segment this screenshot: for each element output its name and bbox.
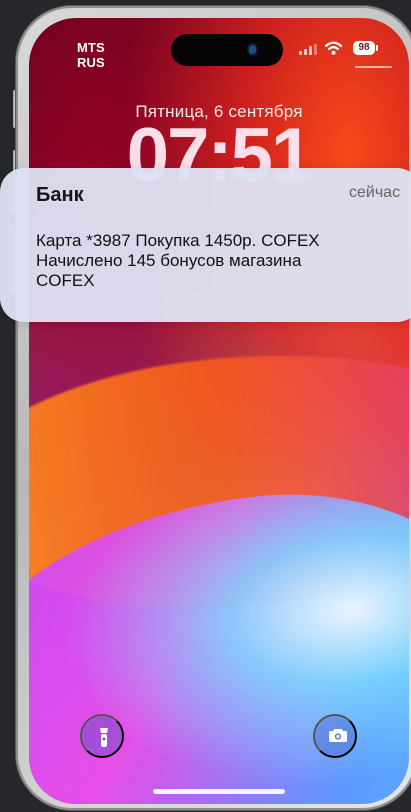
phone-screenshot: MTS RUS 98 Пятница, 6 сентября 07:51 Бан… [0, 0, 411, 812]
wifi-icon [324, 41, 343, 55]
battery-level-badge: 98 [353, 41, 378, 55]
cellular-signal-icon [299, 44, 317, 55]
notification-message: Карта *3987 Покупка 1450р. COFEX Начисле… [36, 231, 408, 291]
carrier-label: MTS RUS [77, 40, 105, 70]
notification-card[interactable]: Банк сейчас Карта *3987 Покупка 1450р. C… [0, 168, 411, 322]
lock-screen: MTS RUS 98 Пятница, 6 сентября 07:51 [29, 18, 409, 804]
dynamic-island [171, 34, 283, 66]
control-center-indicator [355, 66, 392, 68]
home-indicator[interactable] [153, 789, 285, 794]
notification-message-line: COFEX [36, 271, 95, 290]
camera-icon [329, 729, 347, 742]
lock-screen-controls [29, 714, 409, 762]
front-camera-indicator [249, 45, 256, 54]
flashlight-icon [100, 728, 108, 747]
notification-message-line: Карта *3987 Покупка 1450р. COFEX [36, 231, 320, 250]
flashlight-button[interactable] [80, 714, 124, 758]
notification-app-name: Банк [36, 184, 84, 206]
notification-time: сейчас [349, 184, 401, 201]
notification-message-line: Начислено 145 бонусов магазина [36, 251, 302, 270]
camera-button[interactable] [313, 714, 357, 758]
